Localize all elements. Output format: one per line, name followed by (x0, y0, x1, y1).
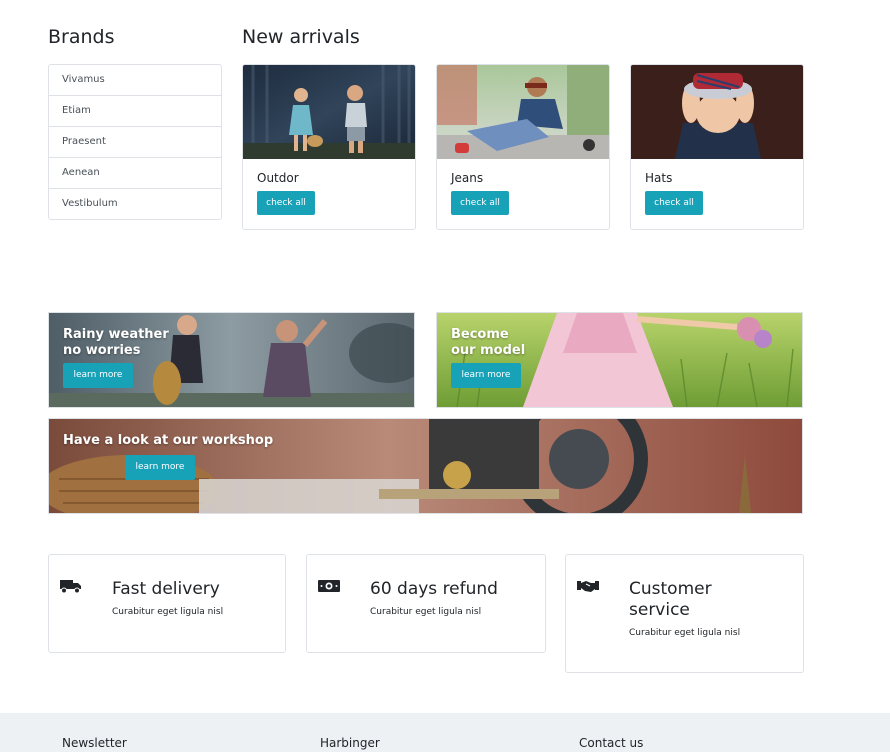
feature-fast-delivery: Fast delivery Curabitur eget ligula nisl (48, 554, 286, 653)
learn-more-button[interactable]: learn more (125, 455, 195, 480)
product-card-hats: Hats check all (630, 64, 804, 230)
feature-title: Customer service (629, 579, 712, 621)
feature-subtitle: Curabitur eget ligula nisl (629, 628, 741, 638)
feature-customer-service: Customer service Curabitur eget ligula n… (565, 554, 804, 673)
jeans-boy-image (437, 65, 609, 159)
feature-subtitle: Curabitur eget ligula nisl (112, 607, 224, 617)
hat-baby-image (631, 65, 803, 159)
banner-heading-line: Become (451, 327, 509, 342)
banner-heading-line: no worries (63, 343, 141, 358)
feature-title: 60 days refund (370, 579, 498, 599)
money-bill-icon (318, 580, 340, 592)
brand-item-vestibulum[interactable]: Vestibulum (49, 189, 221, 219)
banner-heading: Rainy weather no worries (63, 327, 169, 359)
banner-heading-line: our model (451, 343, 526, 358)
card-title: Jeans (451, 171, 484, 185)
card-title: Hats (645, 171, 673, 185)
become-model-banner[interactable]: Become our model learn more (436, 312, 803, 408)
outdoor-kids-image (243, 65, 415, 159)
brand-item-praesent[interactable]: Praesent (49, 127, 221, 158)
learn-more-button[interactable]: learn more (63, 363, 133, 388)
product-card-outdor: Outdor check all (242, 64, 416, 230)
brand-item-etiam[interactable]: Etiam (49, 96, 221, 127)
truck-icon (60, 580, 81, 594)
check-all-button[interactable]: check all (645, 191, 703, 215)
footer: Newsletter Harbinger Contact us (0, 713, 890, 752)
learn-more-button[interactable]: learn more (451, 363, 521, 388)
new-arrivals-heading: New arrivals (242, 26, 360, 48)
brand-item-aenean[interactable]: Aenean (49, 158, 221, 189)
product-card-jeans: Jeans check all (436, 64, 610, 230)
feature-title-line: service (629, 600, 690, 620)
check-all-button[interactable]: check all (451, 191, 509, 215)
footer-newsletter-heading: Newsletter (62, 736, 127, 750)
brand-item-vivamus[interactable]: Vivamus (49, 65, 221, 96)
banner-heading-line: Rainy weather (63, 327, 169, 342)
feature-title: Fast delivery (112, 579, 220, 599)
feature-subtitle: Curabitur eget ligula nisl (370, 607, 482, 617)
handshake-icon (577, 581, 599, 592)
footer-contact-heading: Contact us (579, 736, 644, 750)
brands-heading: Brands (48, 26, 115, 48)
card-title: Outdor (257, 171, 299, 185)
brands-list: Vivamus Etiam Praesent Aenean Vestibulum (48, 64, 222, 220)
check-all-button[interactable]: check all (257, 191, 315, 215)
rainy-weather-banner[interactable]: Rainy weather no worries learn more (48, 312, 415, 408)
feature-title-line: Customer (629, 579, 712, 599)
banner-heading: Have a look at our workshop (63, 433, 274, 448)
page: Brands New arrivals Vivamus Etiam Praese… (0, 0, 890, 752)
banner-heading: Become our model (451, 327, 525, 359)
feature-refund: 60 days refund Curabitur eget ligula nis… (306, 554, 546, 653)
footer-harbinger-heading: Harbinger (320, 736, 380, 750)
workshop-banner[interactable]: Have a look at our workshop learn more (48, 418, 803, 514)
